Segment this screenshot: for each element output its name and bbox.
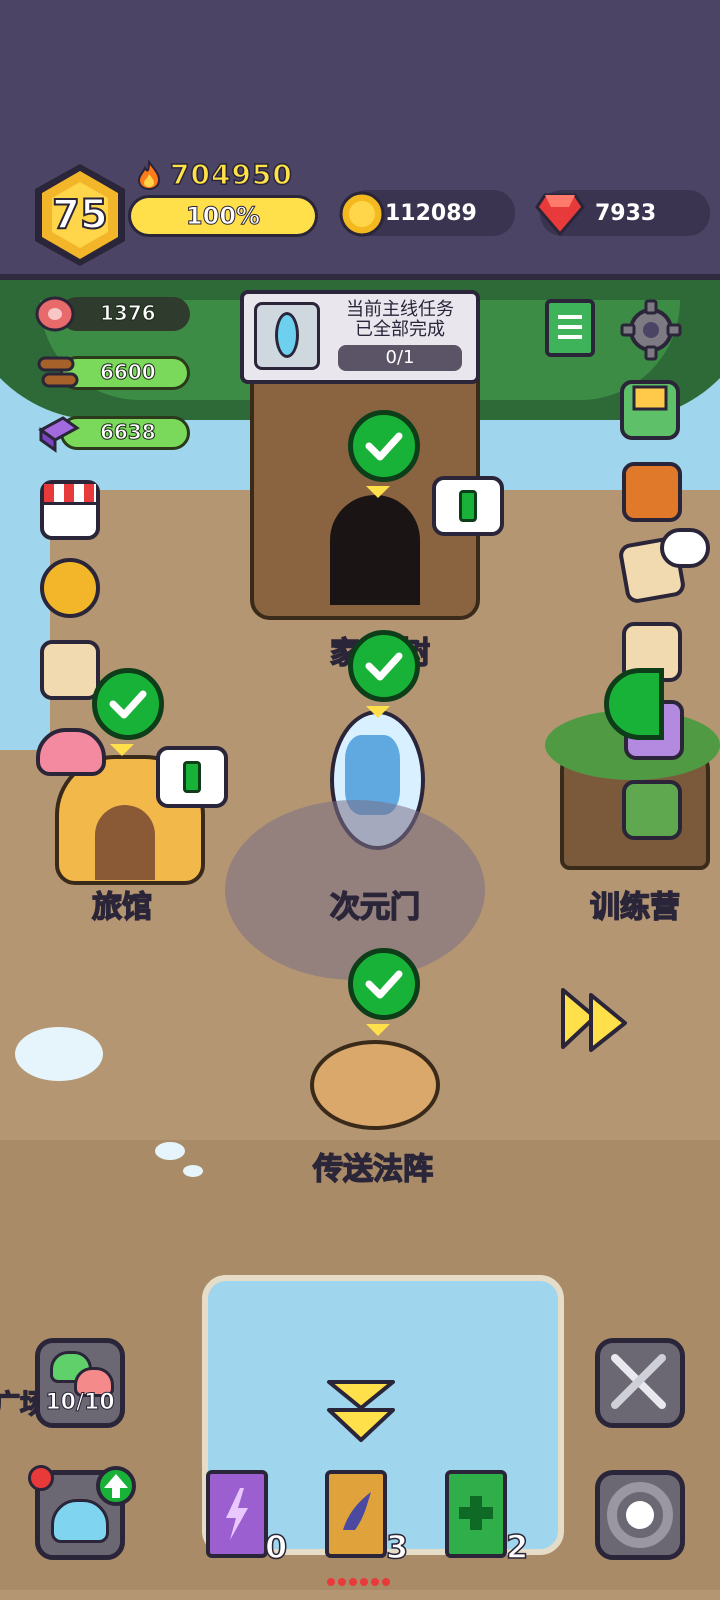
stone-gate-icon [607, 1482, 673, 1548]
plus-cross-icon [459, 1496, 493, 1530]
training-label[interactable]: 训练营 [589, 882, 681, 926]
check-icon [109, 690, 147, 719]
calendar-button[interactable] [40, 640, 100, 700]
meat-value: 1376 [100, 301, 157, 326]
inn-marker-arrow [110, 744, 134, 756]
wood-value: 6600 [100, 360, 157, 385]
ruby-gem-icon [535, 193, 585, 236]
teleport-complete-check[interactable] [348, 948, 420, 1020]
battle-swords-button[interactable] [595, 1338, 685, 1428]
inn-label[interactable]: 旅馆 [91, 882, 153, 926]
tree-marker-arrow [366, 486, 390, 498]
quest-progress: 0/1 [338, 345, 462, 371]
quest-title-line2: 已全部完成 [355, 319, 445, 340]
purple-book-count: 0 [264, 1527, 288, 1567]
slime-count: 10/10 [45, 1390, 115, 1416]
tree-alert-bubble[interactable] [432, 476, 504, 536]
check-icon [365, 970, 403, 999]
skull-bubble-icon [660, 528, 710, 568]
teleport-marker-arrow [366, 1024, 390, 1036]
shop-button[interactable] [40, 480, 100, 540]
inn-complete-check[interactable] [92, 668, 164, 740]
crystal-ingot-icon [38, 416, 80, 453]
xp-percent: 100% [185, 202, 261, 231]
check-icon [365, 432, 403, 461]
teleport-label[interactable]: 传送法阵 [312, 1144, 434, 1188]
rank-badge-button[interactable] [40, 558, 100, 618]
crossed-swords-icon [611, 1354, 666, 1409]
scroll-down-arrow-icon[interactable] [325, 1378, 397, 1448]
tree-complete-check[interactable] [348, 410, 420, 482]
portal-complete-check[interactable] [348, 630, 420, 702]
meat-icon [35, 296, 75, 332]
skill-book-purple[interactable] [206, 1470, 268, 1558]
page-dots [327, 1578, 393, 1588]
upgrade-arrow-icon [96, 1466, 136, 1506]
inn-alert-bubble[interactable] [156, 746, 228, 808]
portal-gate-button[interactable] [595, 1470, 685, 1560]
gold-value: 112089 [385, 201, 477, 226]
check-icon [365, 652, 403, 681]
fast-forward-icon[interactable] [555, 985, 635, 1055]
orange-book-count: 3 [385, 1527, 409, 1567]
quest-title-line1: 当前主线任务 [346, 299, 454, 320]
wood-log-icon [37, 356, 79, 388]
backpack-button[interactable] [622, 462, 682, 522]
portal-marker-arrow [366, 706, 390, 718]
portal-label[interactable]: 次元门 [329, 882, 421, 926]
envelope-icon [632, 385, 668, 411]
tree-house-button[interactable] [622, 780, 682, 840]
gold-coin-icon [339, 191, 385, 237]
skill-book-orange[interactable] [325, 1470, 387, 1558]
quest-book-button[interactable] [545, 299, 595, 357]
settings-gear-icon[interactable] [620, 299, 682, 361]
green-book-count: 2 [505, 1527, 529, 1567]
pink-slime-button[interactable] [36, 728, 106, 776]
power-value: 704950 [169, 157, 293, 192]
player-level-text: 75 [51, 191, 109, 239]
red-notification-dot [28, 1465, 54, 1491]
skill-book-green[interactable] [445, 1470, 507, 1558]
crystal-value: 6638 [100, 420, 157, 445]
fire-icon [137, 160, 161, 190]
lightning-icon [226, 1488, 248, 1540]
wing-icon [343, 1492, 371, 1530]
gem-value: 7933 [595, 201, 657, 226]
